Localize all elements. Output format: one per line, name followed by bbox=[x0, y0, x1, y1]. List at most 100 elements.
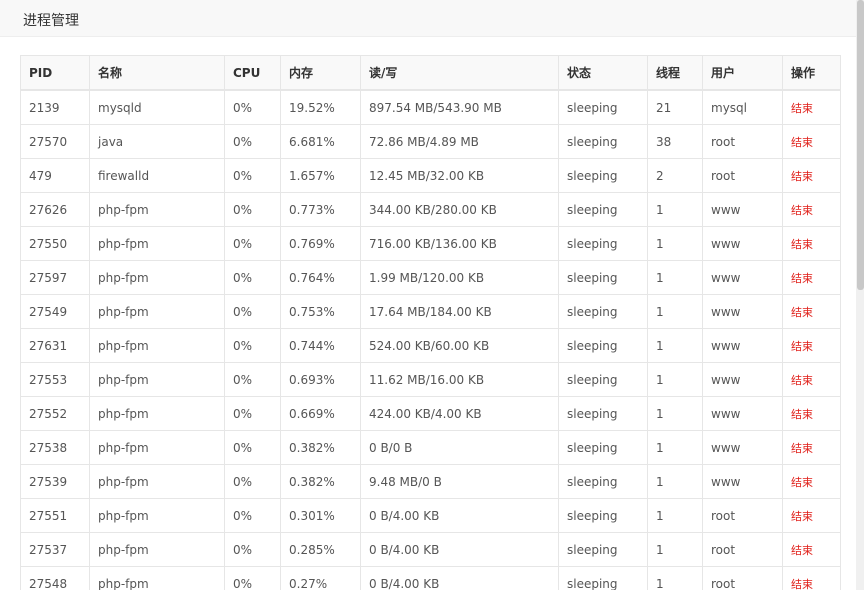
cell-action: 结束 bbox=[782, 192, 841, 227]
cell-cpu: 0% bbox=[224, 396, 281, 431]
cell-action: 结束 bbox=[782, 532, 841, 567]
cell-pid: 27539 bbox=[20, 464, 90, 499]
col-header-threads[interactable]: 线程 bbox=[647, 55, 703, 91]
cell-pid: 27537 bbox=[20, 532, 90, 567]
table-row: 27538 php-fpm 0% 0.382% 0 B/0 B sleeping… bbox=[20, 430, 841, 465]
process-manager-dialog: 进程管理 PID 名称 CPU 内存 读/写 状态 线程 用户 操作 2139 … bbox=[0, 0, 856, 590]
cell-user: www bbox=[702, 226, 783, 261]
cell-cpu: 0% bbox=[224, 566, 281, 590]
cell-threads: 1 bbox=[647, 226, 703, 261]
cell-name: php-fpm bbox=[89, 430, 225, 465]
col-header-name[interactable]: 名称 bbox=[89, 55, 225, 91]
kill-process-link[interactable]: 结束 bbox=[791, 578, 813, 590]
cell-action: 结束 bbox=[782, 464, 841, 499]
table-row: 27597 php-fpm 0% 0.764% 1.99 MB/120.00 K… bbox=[20, 260, 841, 295]
kill-process-link[interactable]: 结束 bbox=[791, 238, 813, 251]
cell-threads: 1 bbox=[647, 430, 703, 465]
cell-user: root bbox=[702, 498, 783, 533]
cell-threads: 38 bbox=[647, 124, 703, 159]
kill-process-link[interactable]: 结束 bbox=[791, 170, 813, 183]
cell-name: php-fpm bbox=[89, 498, 225, 533]
cell-user: root bbox=[702, 532, 783, 567]
kill-process-link[interactable]: 结束 bbox=[791, 408, 813, 421]
kill-process-link[interactable]: 结束 bbox=[791, 306, 813, 319]
cell-cpu: 0% bbox=[224, 498, 281, 533]
col-header-state[interactable]: 状态 bbox=[558, 55, 648, 91]
cell-cpu: 0% bbox=[224, 226, 281, 261]
cell-io: 0 B/0 B bbox=[360, 430, 559, 465]
cell-io: 9.48 MB/0 B bbox=[360, 464, 559, 499]
cell-pid: 27550 bbox=[20, 226, 90, 261]
cell-io: 12.45 MB/32.00 KB bbox=[360, 158, 559, 193]
cell-state: sleeping bbox=[558, 328, 648, 363]
cell-action: 结束 bbox=[782, 294, 841, 329]
col-header-user[interactable]: 用户 bbox=[702, 55, 783, 91]
cell-name: php-fpm bbox=[89, 294, 225, 329]
cell-action: 结束 bbox=[782, 328, 841, 363]
cell-cpu: 0% bbox=[224, 464, 281, 499]
cell-state: sleeping bbox=[558, 192, 648, 227]
cell-mem: 0.301% bbox=[280, 498, 361, 533]
cell-user: www bbox=[702, 192, 783, 227]
cell-io: 716.00 KB/136.00 KB bbox=[360, 226, 559, 261]
table-row: 27551 php-fpm 0% 0.301% 0 B/4.00 KB slee… bbox=[20, 498, 841, 533]
table-header-row: PID 名称 CPU 内存 读/写 状态 线程 用户 操作 bbox=[20, 55, 841, 91]
cell-pid: 27631 bbox=[20, 328, 90, 363]
cell-io: 72.86 MB/4.89 MB bbox=[360, 124, 559, 159]
cell-state: sleeping bbox=[558, 566, 648, 590]
table-row: 27626 php-fpm 0% 0.773% 344.00 KB/280.00… bbox=[20, 192, 841, 227]
table-row: 27553 php-fpm 0% 0.693% 11.62 MB/16.00 K… bbox=[20, 362, 841, 397]
dialog-title: 进程管理 bbox=[23, 13, 79, 29]
cell-cpu: 0% bbox=[224, 362, 281, 397]
cell-name: php-fpm bbox=[89, 396, 225, 431]
cell-pid: 27549 bbox=[20, 294, 90, 329]
cell-io: 424.00 KB/4.00 KB bbox=[360, 396, 559, 431]
cell-user: www bbox=[702, 328, 783, 363]
dialog-header: 进程管理 bbox=[0, 0, 856, 37]
cell-threads: 1 bbox=[647, 566, 703, 590]
col-header-io[interactable]: 读/写 bbox=[360, 55, 559, 91]
cell-threads: 1 bbox=[647, 396, 703, 431]
cell-threads: 1 bbox=[647, 328, 703, 363]
kill-process-link[interactable]: 结束 bbox=[791, 476, 813, 489]
cell-name: php-fpm bbox=[89, 328, 225, 363]
cell-pid: 479 bbox=[20, 158, 90, 193]
cell-state: sleeping bbox=[558, 124, 648, 159]
cell-cpu: 0% bbox=[224, 294, 281, 329]
kill-process-link[interactable]: 结束 bbox=[791, 204, 813, 217]
table-row: 27539 php-fpm 0% 0.382% 9.48 MB/0 B slee… bbox=[20, 464, 841, 499]
cell-mem: 0.744% bbox=[280, 328, 361, 363]
cell-mem: 0.693% bbox=[280, 362, 361, 397]
kill-process-link[interactable]: 结束 bbox=[791, 340, 813, 353]
kill-process-link[interactable]: 结束 bbox=[791, 442, 813, 455]
cell-state: sleeping bbox=[558, 260, 648, 295]
cell-user: root bbox=[702, 566, 783, 590]
page-scrollbar-thumb[interactable] bbox=[857, 0, 864, 290]
cell-action: 结束 bbox=[782, 396, 841, 431]
kill-process-link[interactable]: 结束 bbox=[791, 102, 813, 115]
cell-mem: 0.769% bbox=[280, 226, 361, 261]
col-header-pid[interactable]: PID bbox=[20, 55, 90, 91]
kill-process-link[interactable]: 结束 bbox=[791, 374, 813, 387]
process-table: PID 名称 CPU 内存 读/写 状态 线程 用户 操作 2139 mysql… bbox=[20, 55, 841, 590]
cell-io: 0 B/4.00 KB bbox=[360, 566, 559, 590]
kill-process-link[interactable]: 结束 bbox=[791, 510, 813, 523]
cell-mem: 0.382% bbox=[280, 464, 361, 499]
cell-user: mysql bbox=[702, 89, 783, 125]
cell-threads: 1 bbox=[647, 192, 703, 227]
cell-user: www bbox=[702, 294, 783, 329]
cell-mem: 0.669% bbox=[280, 396, 361, 431]
col-header-cpu[interactable]: CPU bbox=[224, 55, 281, 91]
table-row: 27552 php-fpm 0% 0.669% 424.00 KB/4.00 K… bbox=[20, 396, 841, 431]
cell-state: sleeping bbox=[558, 498, 648, 533]
table-row: 27549 php-fpm 0% 0.753% 17.64 MB/184.00 … bbox=[20, 294, 841, 329]
cell-user: www bbox=[702, 362, 783, 397]
kill-process-link[interactable]: 结束 bbox=[791, 136, 813, 149]
cell-mem: 0.773% bbox=[280, 192, 361, 227]
cell-threads: 2 bbox=[647, 158, 703, 193]
kill-process-link[interactable]: 结束 bbox=[791, 272, 813, 285]
cell-user: www bbox=[702, 396, 783, 431]
cell-name: firewalld bbox=[89, 158, 225, 193]
col-header-mem[interactable]: 内存 bbox=[280, 55, 361, 91]
kill-process-link[interactable]: 结束 bbox=[791, 544, 813, 557]
